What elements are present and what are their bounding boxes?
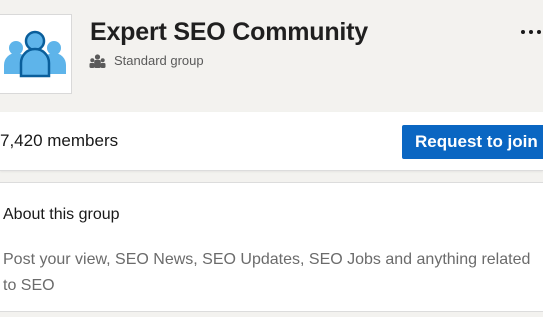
member-count[interactable]: 7,420 members bbox=[0, 131, 118, 151]
group-people-icon bbox=[4, 30, 66, 78]
group-header: Expert SEO Community Standard group bbox=[0, 0, 543, 113]
group-type: Standard group bbox=[89, 53, 204, 68]
about-section: About this group Post your view, SEO New… bbox=[0, 182, 543, 312]
more-options-icon[interactable] bbox=[521, 27, 543, 37]
members-bar: 7,420 members Request to join bbox=[0, 112, 543, 171]
about-title: About this group bbox=[3, 206, 120, 223]
group-logo[interactable] bbox=[0, 14, 72, 94]
request-to-join-button[interactable]: Request to join bbox=[402, 125, 543, 159]
about-description: Post your view, SEO News, SEO Updates, S… bbox=[3, 251, 531, 294]
group-name: Expert SEO Community bbox=[90, 18, 368, 46]
people-icon bbox=[89, 53, 106, 68]
group-type-label: Standard group bbox=[114, 53, 204, 68]
